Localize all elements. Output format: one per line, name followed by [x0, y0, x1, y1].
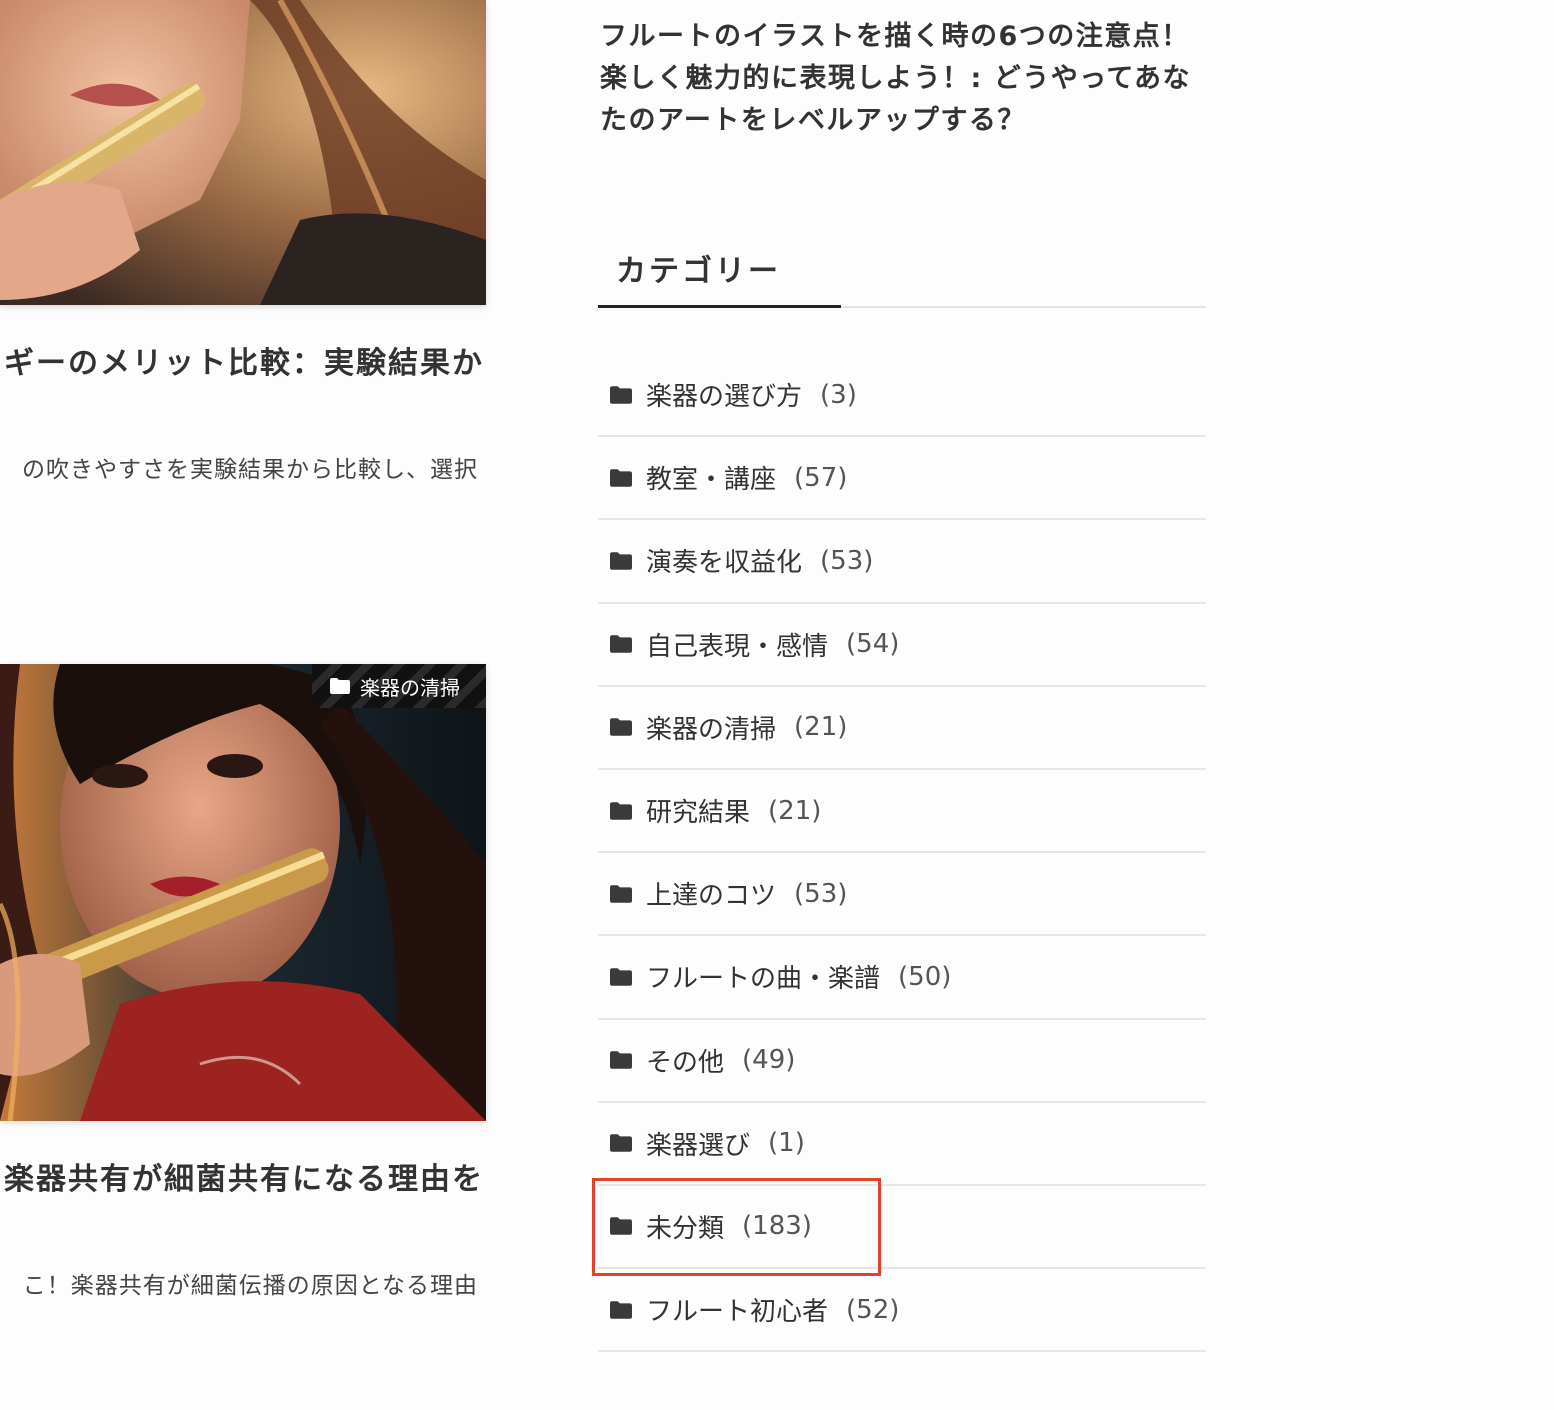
category-item[interactable]: フルートの曲・楽譜 (50) [598, 936, 1206, 1020]
category-item-label: フルート初心者 [646, 1297, 829, 1328]
category-item-label: 未分類 [646, 1213, 725, 1244]
category-item-label: 上達のコツ [646, 881, 777, 912]
category-item[interactable]: 上達のコツ (53) [598, 853, 1206, 937]
article-excerpt-2: こ！楽器共有が細菌伝播の原因となる理由 [22, 1273, 478, 1299]
category-item-label: 楽器の清掃 [646, 714, 777, 745]
category-item-count: (54) [846, 629, 900, 660]
category-item-count: (57) [794, 462, 848, 493]
category-item[interactable]: 演奏を収益化 (53) [598, 520, 1206, 604]
category-item-count: (183) [742, 1211, 812, 1242]
folder-icon [330, 678, 350, 694]
category-item[interactable]: 楽器選び (1) [598, 1103, 1206, 1186]
category-item[interactable]: 楽器の選び方 (3) [598, 354, 1206, 438]
category-item-count: (52) [846, 1294, 900, 1325]
category-list: 楽器の選び方 (3) 教室・講座 (57) 演奏を収益化 (53) 自己表現・感情 (54) 楽… [598, 354, 1206, 1353]
category-item-count: (53) [794, 878, 848, 909]
folder-icon [610, 1051, 632, 1069]
folder-icon [610, 1217, 632, 1236]
category-item[interactable]: 楽器の清掃 (21) [598, 687, 1206, 770]
category-item-label: 教室・講座 [646, 465, 777, 496]
category-widget-header: カテゴリー [598, 238, 1206, 308]
article-title-2[interactable]: 楽器共有が細菌共有になる理由を [0, 1154, 484, 1198]
category-item-label: 楽器選び [646, 1130, 751, 1161]
category-item-count: (1) [768, 1128, 805, 1159]
category-item-label: その他 [646, 1047, 725, 1078]
category-item[interactable]: 未分類 (183) [598, 1186, 1206, 1270]
category-item-count: (49) [742, 1045, 796, 1076]
folder-icon [610, 385, 632, 404]
recent-post-title[interactable]: フルートのイラストを描く時の6つの注意点！楽しく魅力的に表現しよう！: どうやっ… [600, 16, 1210, 142]
flute-player-photo-2 [0, 664, 486, 1121]
article-excerpt-1: の吹きやすさを実験結果から比較し、選択 [22, 457, 478, 483]
category-item[interactable]: 教室・講座 (57) [598, 437, 1206, 521]
category-item-count: (21) [794, 712, 848, 743]
category-item-label: フルートの曲・楽譜 [646, 964, 881, 995]
folder-icon [610, 801, 632, 820]
category-item[interactable]: 研究結果 (21) [598, 770, 1206, 854]
category-item-count: (3) [820, 379, 857, 410]
category-item-label: 演奏を収益化 [646, 548, 803, 579]
folder-icon [610, 1300, 632, 1319]
category-item[interactable]: 自己表現・感情 (54) [598, 604, 1206, 687]
article-thumbnail-2[interactable] [0, 664, 486, 1121]
folder-icon [610, 884, 632, 903]
folder-icon [610, 718, 632, 737]
article-category-label: 楽器の清掃 [360, 675, 460, 700]
category-widget-title: カテゴリー [616, 254, 781, 289]
category-item-label: 楽器の選び方 [646, 382, 803, 413]
category-item[interactable]: その他 (49) [598, 1020, 1206, 1103]
folder-icon [610, 552, 632, 570]
flute-player-photo-1 [0, 0, 486, 305]
article-thumbnail-1[interactable] [0, 0, 486, 305]
folder-icon [610, 468, 632, 487]
folder-icon [610, 635, 632, 653]
page: ギーのメリット比較：実験結果か の吹きやすさを実験結果から比較し、選択 楽器の清… [0, 0, 1554, 1410]
folder-icon [610, 1134, 632, 1153]
category-item[interactable]: フルート初心者 (52) [598, 1269, 1206, 1353]
category-item-count: (50) [898, 961, 952, 992]
folder-icon [610, 968, 632, 986]
article-category-badge[interactable]: 楽器の清掃 [312, 664, 486, 708]
category-item-label: 研究結果 [646, 798, 751, 829]
heading-underline [598, 305, 841, 308]
article-title-1[interactable]: ギーのメリット比較：実験結果か [0, 338, 484, 382]
category-item-label: 自己表現・感情 [646, 631, 829, 662]
category-item-count: (21) [768, 795, 822, 826]
category-item-count: (53) [820, 545, 874, 576]
